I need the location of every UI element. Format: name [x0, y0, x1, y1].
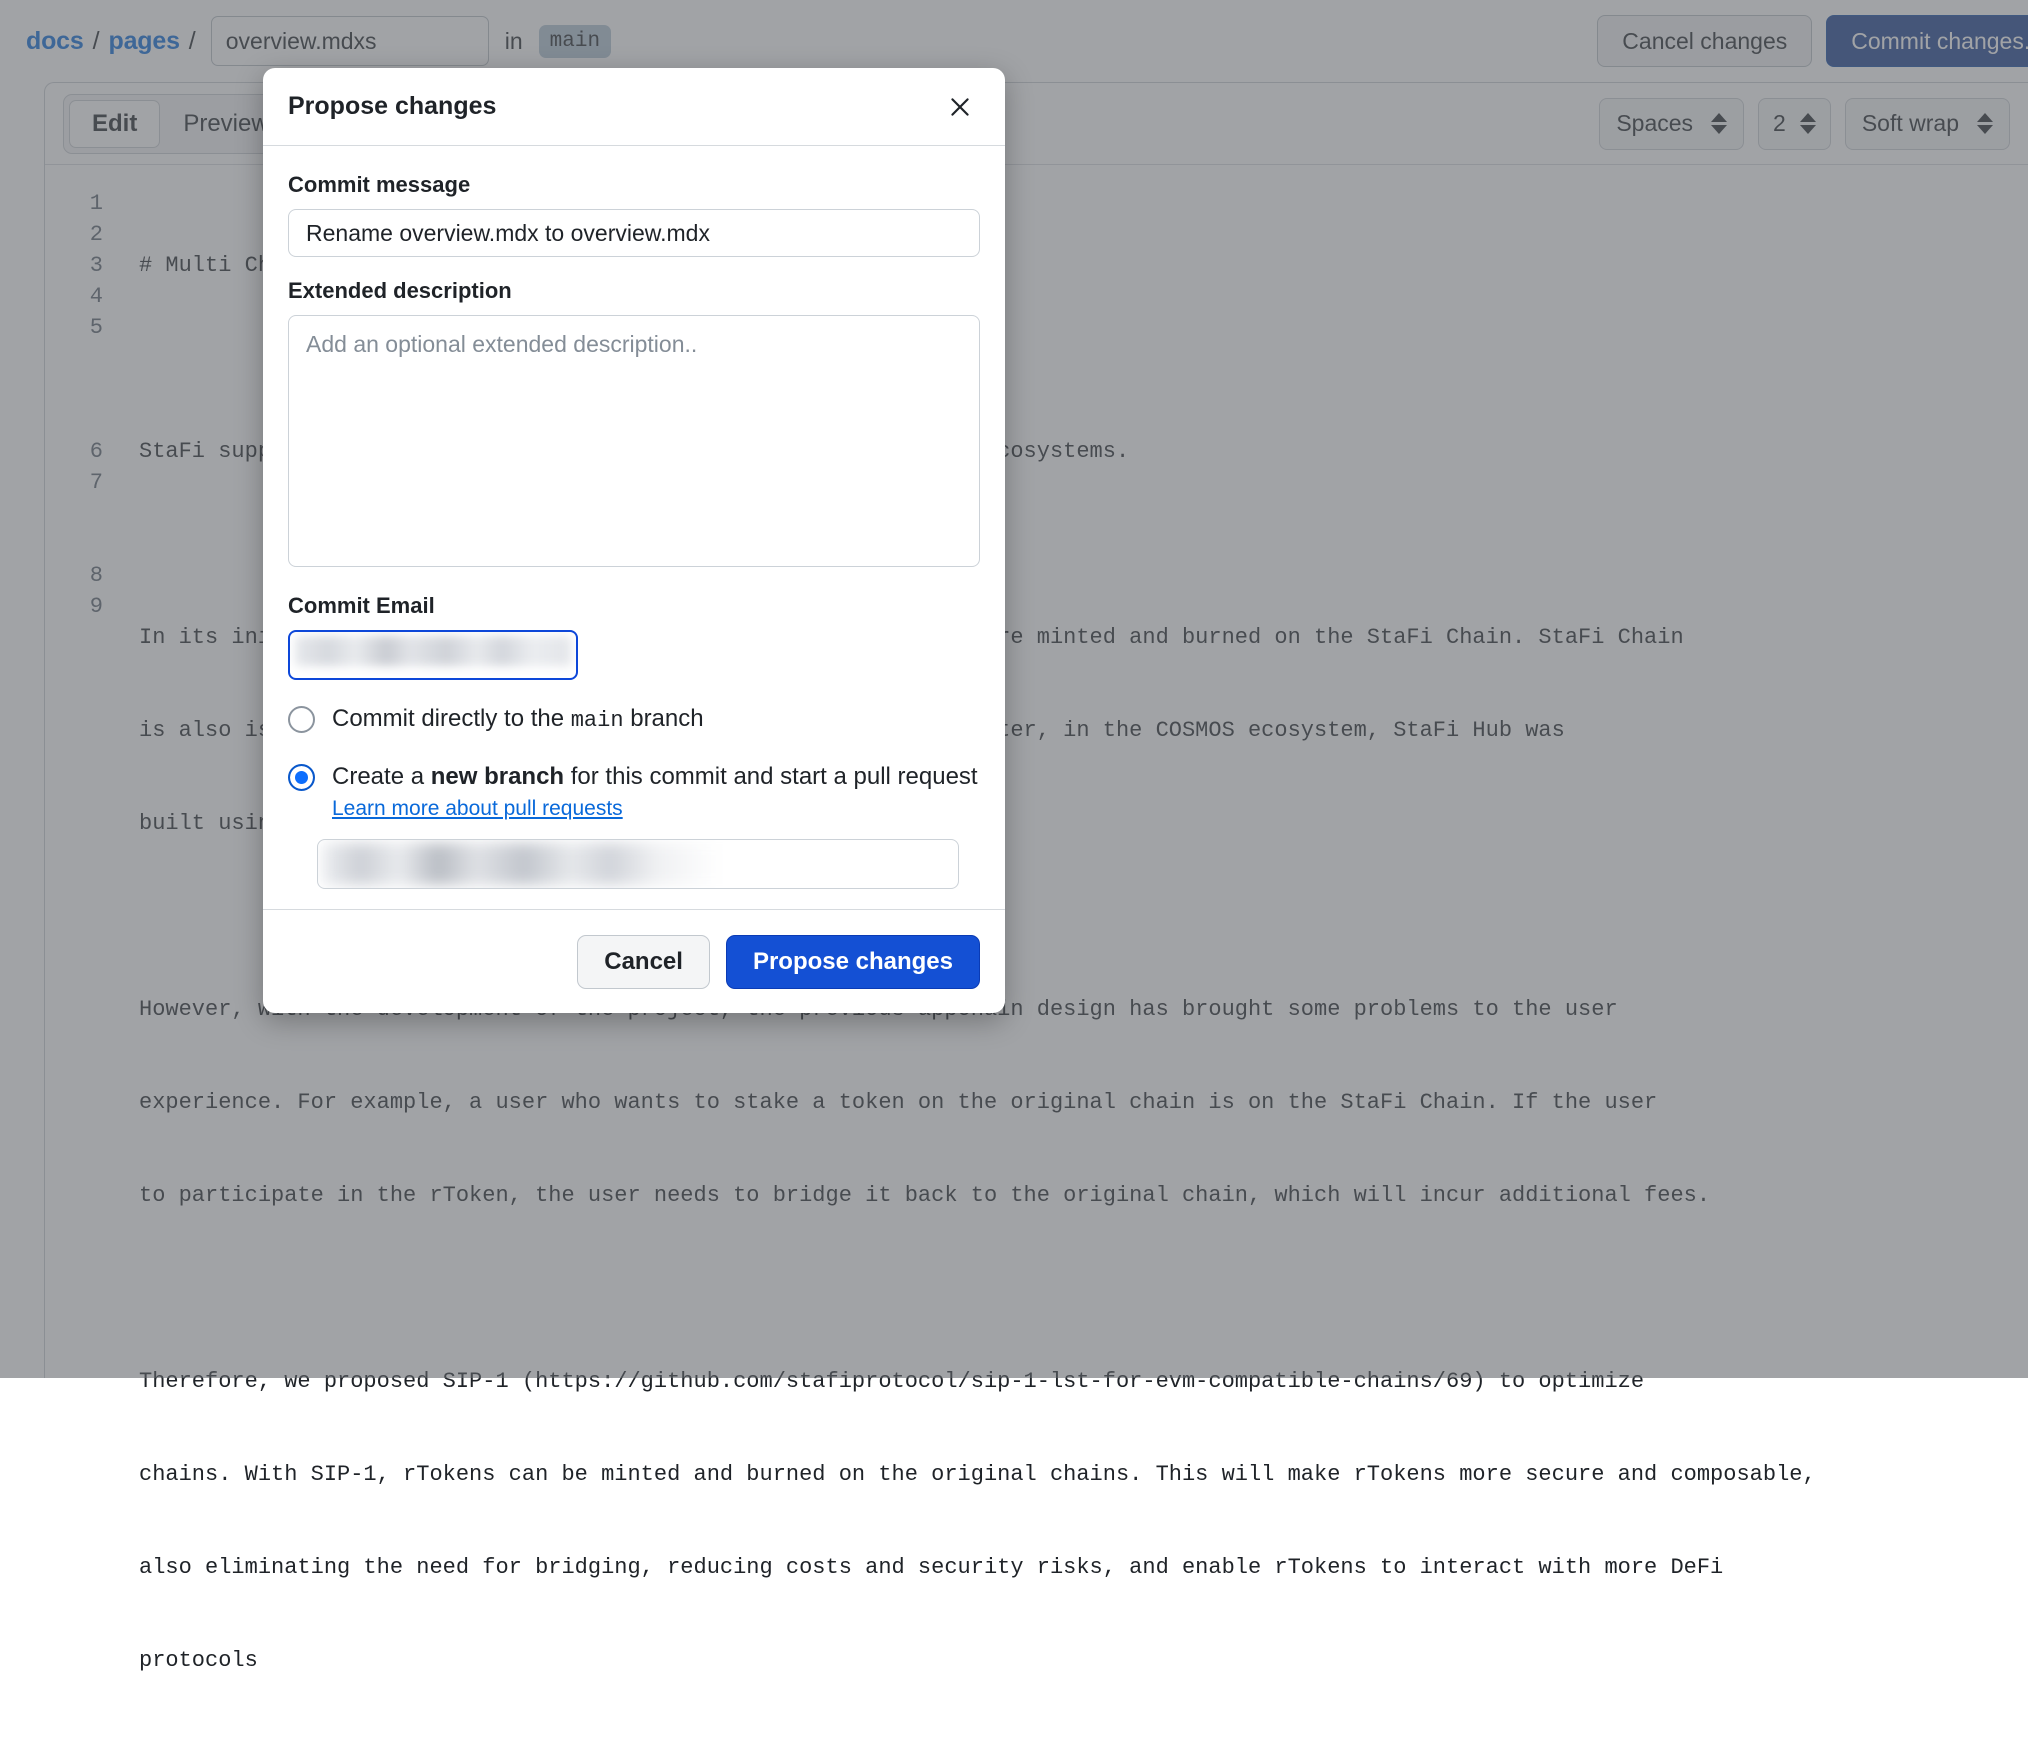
redacted-email-value: [295, 636, 571, 666]
close-icon[interactable]: [941, 88, 979, 126]
commit-email-label: Commit Email: [288, 593, 980, 619]
commit-message-input[interactable]: [288, 209, 980, 257]
option-commit-direct-label: Commit directly to the main branch: [332, 702, 704, 738]
extended-description-field-group: Extended description: [288, 278, 980, 572]
option-branch-mono: main: [571, 708, 624, 733]
dialog-body: Commit message Extended description Comm…: [263, 146, 1005, 909]
code-line: also eliminating the need for bridging, …: [139, 1552, 2028, 1583]
commit-message-field-group: Commit message: [288, 172, 980, 257]
option-bold-text: new branch: [431, 763, 564, 790]
option-create-branch[interactable]: Create a new branch for this commit and …: [288, 760, 980, 794]
dialog-footer: Cancel Propose changes: [263, 909, 1005, 1013]
code-line: chains. With SIP-1, rTokens can be minte…: [139, 1459, 2028, 1490]
radio-create-branch[interactable]: [288, 764, 315, 791]
dialog-title: Propose changes: [288, 92, 496, 121]
option-commit-direct[interactable]: Commit directly to the main branch: [288, 702, 980, 738]
redacted-branch-value: [322, 843, 752, 885]
option-create-branch-label: Create a new branch for this commit and …: [332, 760, 978, 794]
commit-message-label: Commit message: [288, 172, 980, 198]
option-text-before: Commit directly to the: [332, 705, 571, 732]
commit-email-input[interactable]: [288, 630, 578, 680]
learn-more-pull-requests-link[interactable]: Learn more about pull requests: [332, 797, 980, 821]
dialog-header: Propose changes: [263, 68, 1005, 146]
new-branch-name-input[interactable]: [317, 839, 959, 889]
cancel-button[interactable]: Cancel: [577, 935, 710, 989]
extended-description-label: Extended description: [288, 278, 980, 304]
option-text-after: branch: [624, 705, 704, 732]
propose-changes-submit-button[interactable]: Propose changes: [726, 935, 980, 989]
commit-email-field-group: Commit Email: [288, 593, 980, 680]
code-line: protocols: [139, 1645, 2028, 1676]
propose-changes-dialog: Propose changes Commit message Extended …: [263, 68, 1005, 1013]
option-text-after: for this commit and start a pull request: [564, 763, 978, 790]
option-text-before: Create a: [332, 763, 431, 790]
extended-description-textarea[interactable]: [288, 315, 980, 567]
radio-commit-direct[interactable]: [288, 706, 315, 733]
